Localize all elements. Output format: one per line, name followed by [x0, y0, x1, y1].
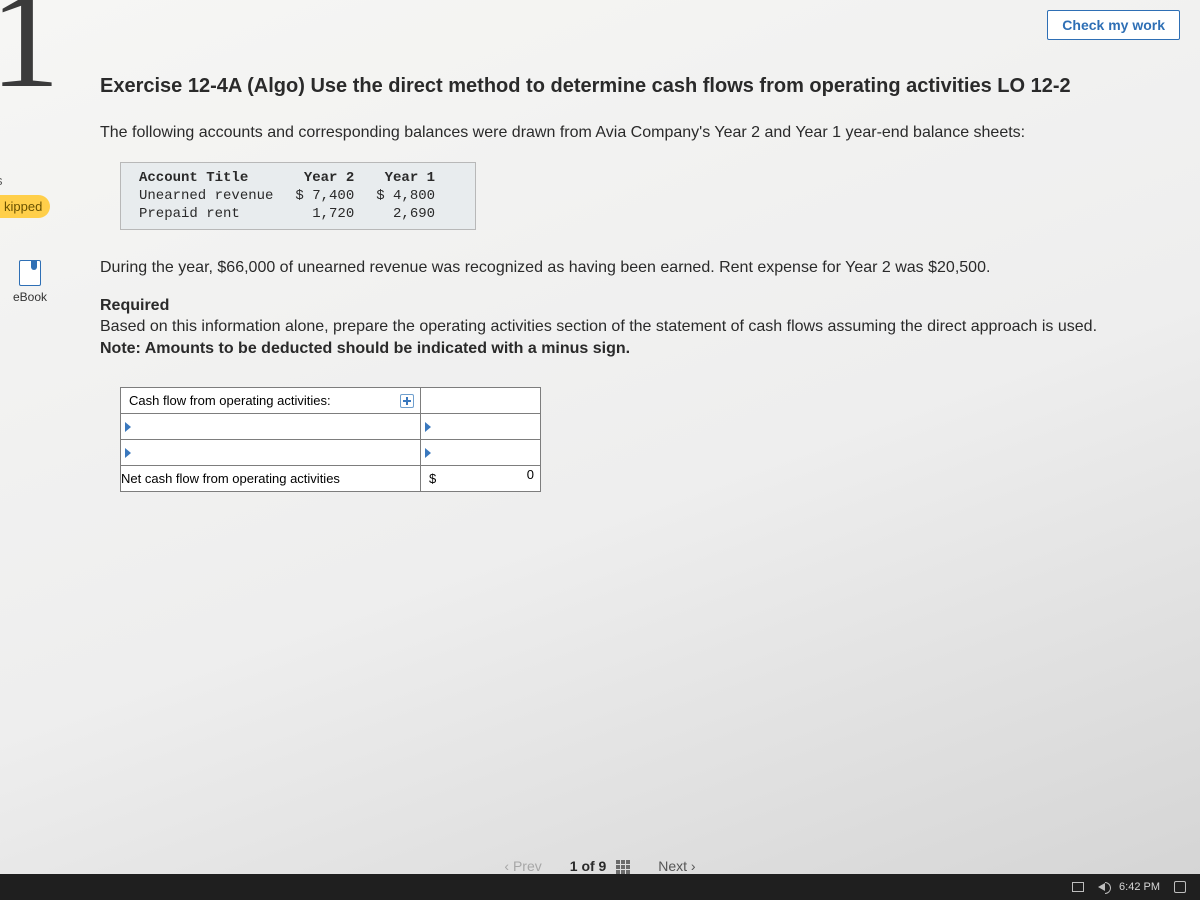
- grid-icon[interactable]: [616, 860, 630, 874]
- line-item-dropdown[interactable]: [121, 414, 421, 440]
- accounts-table: Account Title Year 2 Year 1 Unearned rev…: [120, 162, 476, 230]
- answer-header: Cash flow from operating activities:: [121, 388, 421, 414]
- next-label: Next: [658, 858, 687, 874]
- col-year2: Year 2: [295, 169, 376, 187]
- table-row: Unearned revenue $ 7,400 $ 4,800: [139, 187, 457, 205]
- question-card: Exercise 12-4A (Algo) Use the direct met…: [70, 65, 1184, 850]
- col-year1: Year 1: [376, 169, 457, 187]
- table-row: Account Title Year 2 Year 1: [139, 169, 457, 187]
- prev-button[interactable]: ‹ Prev: [504, 858, 541, 874]
- dropdown-caret-icon: [125, 448, 131, 458]
- answer-header-blank: [421, 388, 541, 414]
- net-cash-flow-value-cell: $ 0: [421, 466, 541, 492]
- tray-clock[interactable]: 6:42 PM: [1119, 881, 1160, 893]
- question-number: 1: [0, 0, 60, 110]
- next-button[interactable]: Next ›: [658, 858, 695, 874]
- page-indicator: 1 of 9: [570, 858, 630, 874]
- windows-taskbar: 6:42 PM: [0, 874, 1200, 900]
- during-paragraph: During the year, $66,000 of unearned rev…: [100, 257, 1154, 279]
- required-text: Based on this information alone, prepare…: [100, 318, 1097, 335]
- cell-y1: 2,690: [376, 205, 457, 223]
- cell-title: Prepaid rent: [139, 205, 295, 223]
- check-my-work-button[interactable]: Check my work: [1047, 10, 1180, 40]
- ebook-label: eBook: [13, 290, 47, 304]
- ebook-icon: [19, 260, 41, 286]
- cell-y1: $ 4,800: [376, 187, 457, 205]
- line-item-dropdown[interactable]: [121, 440, 421, 466]
- table-row: Prepaid rent 1,720 2,690: [139, 205, 457, 223]
- dropdown-caret-icon: [425, 448, 431, 458]
- col-account-title: Account Title: [139, 169, 295, 187]
- dropdown-caret-icon: [425, 422, 431, 432]
- net-cash-flow-label: Net cash flow from operating activities: [121, 466, 421, 492]
- note-text: Note: Amounts to be deducted should be i…: [100, 340, 630, 357]
- required-label: Required: [100, 297, 169, 314]
- dropdown-caret-icon: [125, 422, 131, 432]
- currency-symbol: $: [421, 467, 436, 490]
- answer-grid: Cash flow from operating activities: Net…: [120, 387, 541, 492]
- required-block: Required Based on this information alone…: [100, 295, 1154, 360]
- prev-label: Prev: [513, 858, 542, 874]
- tray-notifications-icon[interactable]: [1174, 881, 1186, 893]
- line-item-amount[interactable]: [421, 440, 541, 466]
- line-item-amount[interactable]: [421, 414, 541, 440]
- pager-nav: ‹ Prev 1 of 9 Next ›: [0, 858, 1200, 874]
- ebook-link[interactable]: eBook: [0, 260, 60, 304]
- net-cash-flow-value: 0: [527, 467, 534, 482]
- cell-y2: 1,720: [295, 205, 376, 223]
- cell-title: Unearned revenue: [139, 187, 295, 205]
- answer-header-label: Cash flow from operating activities:: [129, 393, 331, 408]
- cell-y2: $ 7,400: [295, 187, 376, 205]
- tray-battery-icon[interactable]: [1072, 882, 1084, 892]
- tray-sound-icon[interactable]: [1098, 883, 1105, 891]
- exercise-title: Exercise 12-4A (Algo) Use the direct met…: [100, 75, 1154, 98]
- lead-paragraph: The following accounts and corresponding…: [100, 124, 1154, 142]
- plus-icon[interactable]: [400, 394, 414, 408]
- page-indicator-text: 1 of 9: [570, 858, 607, 874]
